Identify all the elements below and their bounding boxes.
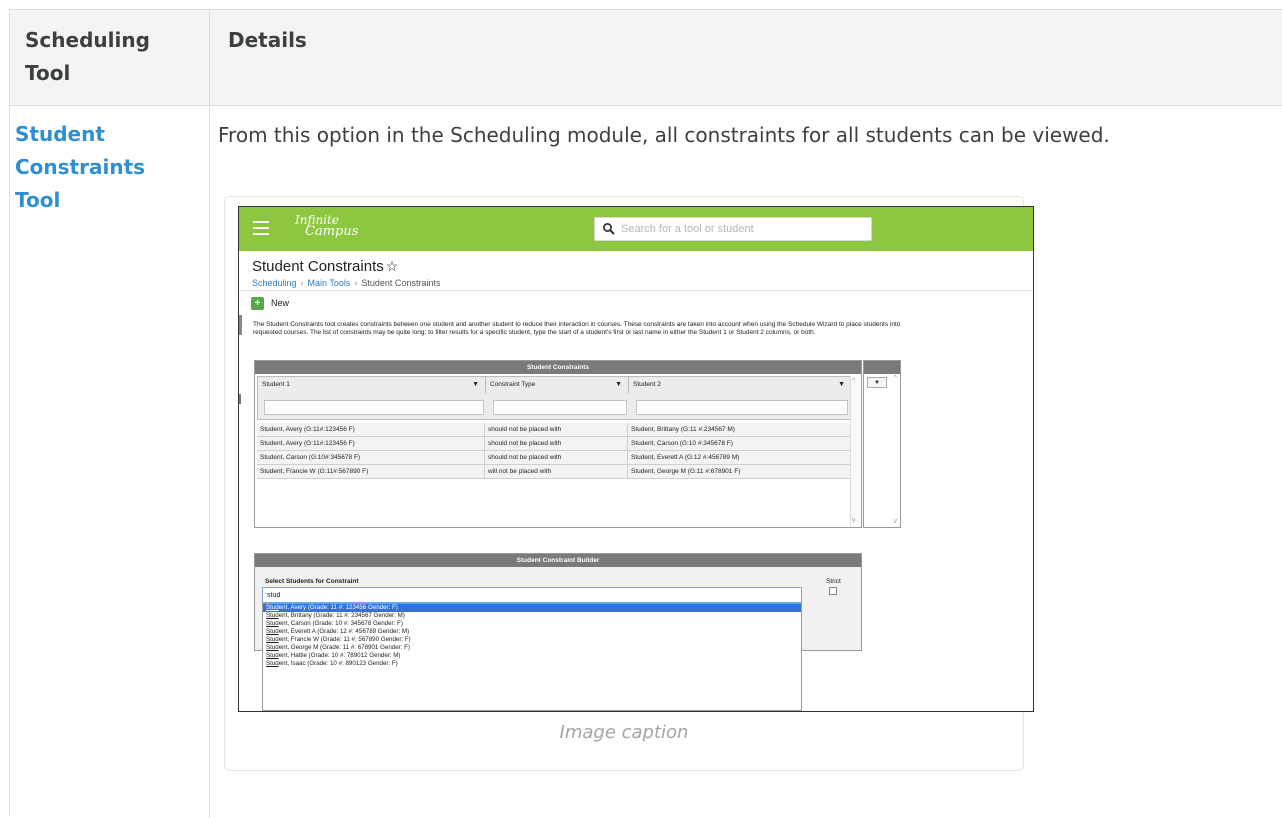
tool-description: The Student Constraints tool creates con… [253, 321, 901, 336]
table-row[interactable]: Student, Carson (G:10#:345678 F) should … [257, 451, 851, 465]
divider [239, 315, 242, 335]
breadcrumb-current: Student Constraints [361, 278, 441, 288]
dropdown-arrow-icon: ▼ [838, 381, 845, 388]
screenshot-image: Infinite Campus Student Constraints☆ Sch… [238, 206, 1034, 712]
side-panel: ▼ ^ v [863, 360, 901, 528]
divider [239, 394, 241, 404]
table-row[interactable]: Student, Avery (G:11#:123456 F) should n… [257, 437, 851, 451]
breadcrumb: Scheduling › Main Tools › Student Constraint… [252, 278, 441, 288]
select-students-label: Select Students for Constraint [265, 578, 359, 585]
student-constraints-tool-link[interactable]: Student Constraints Tool [15, 118, 195, 217]
scroll-up-icon[interactable]: ^ [894, 375, 897, 382]
student-option[interactable]: Student, Avery (Grade: 11 #: 123456 Gend… [263, 604, 801, 612]
table-header-row: Scheduling Tool Details [10, 10, 1282, 106]
search-icon [603, 223, 615, 235]
strict-checkbox[interactable] [829, 587, 837, 595]
details-text: From this option in the Scheduling modul… [218, 123, 1110, 147]
search-input[interactable] [619, 220, 867, 238]
infinite-campus-logo: Infinite Campus [295, 213, 359, 239]
student-option[interactable]: Student, Hattie (Grade: 10 #: 789012 Gen… [263, 652, 801, 660]
filter-student-1[interactable] [264, 400, 484, 415]
dropdown-arrow-icon: ▼ [472, 381, 479, 388]
dropdown-arrow-icon: ▼ [615, 381, 622, 388]
column-header-student-1[interactable]: Student 1 ▼ [258, 377, 486, 393]
search-box[interactable] [594, 217, 872, 241]
vertical-scrollbar[interactable]: ^ v [850, 376, 860, 526]
header-details: Details [228, 28, 307, 52]
column-header-constraint-type[interactable]: Constraint Type ▼ [486, 377, 629, 393]
plus-icon: + [251, 296, 264, 310]
table-row[interactable]: Student, Avery (G:11#:123456 F) should n… [257, 423, 851, 437]
image-caption: Image caption [559, 722, 689, 743]
filter-constraint-type[interactable] [493, 400, 627, 415]
page-title: Student Constraints ☆ [252, 258, 399, 275]
header-scheduling-tool: Scheduling Tool [25, 28, 150, 85]
scroll-down-icon: v [852, 517, 856, 524]
student-option[interactable]: Student, Carson (Grade: 10 #: 345678 Gen… [263, 620, 801, 628]
column-divider [209, 10, 210, 818]
breadcrumb-main-tools[interactable]: Main Tools [308, 278, 351, 288]
student-option[interactable]: Student, Isaac (Grade: 10 #: 890123 Gend… [263, 660, 801, 668]
student-option[interactable]: Student, Brittany (Grade: 11 #: 234567 G… [263, 612, 801, 620]
table-row[interactable]: Student, Francie W (G:11#:567890 F) will… [257, 465, 851, 479]
dropdown-arrow-icon[interactable]: ▼ [867, 377, 887, 388]
grid-header: Student 1 ▼ Constraint Type ▼ Student 2 ▼ [257, 376, 852, 420]
student-option[interactable]: Student, Everett A (Grade: 12 #: 456789 … [263, 628, 801, 636]
student-option[interactable]: Student, George M (Grade: 11 #: 678901 G… [263, 644, 801, 652]
favorite-star-icon[interactable]: ☆ [386, 258, 399, 274]
breadcrumb-scheduling[interactable]: Scheduling [252, 278, 297, 288]
menu-icon[interactable] [253, 221, 269, 235]
student-suggestion-list: Student, Avery (Grade: 11 #: 123456 Gend… [262, 603, 802, 711]
column-header-student-2[interactable]: Student 2 ▼ [629, 377, 852, 393]
strict-label: Strict [826, 578, 841, 585]
panel-title: Student Constraints [255, 361, 861, 374]
student-option[interactable]: Student, Francie W (Grade: 11 #: 567890 … [263, 636, 801, 644]
scroll-down-icon[interactable]: v [894, 518, 898, 525]
student-search-input[interactable] [262, 587, 802, 603]
app-topbar: Infinite Campus [239, 207, 1033, 251]
new-button[interactable]: + New [251, 296, 289, 310]
builder-title: Student Constraint Builder [255, 554, 861, 567]
filter-student-2[interactable] [636, 400, 848, 415]
constraints-grid-body: Student, Avery (G:11#:123456 F) should n… [257, 423, 851, 479]
student-constraints-panel: Student Constraints Student 1 ▼ Constrain… [254, 360, 862, 528]
divider [239, 290, 1033, 291]
scroll-up-icon: ^ [852, 378, 856, 385]
